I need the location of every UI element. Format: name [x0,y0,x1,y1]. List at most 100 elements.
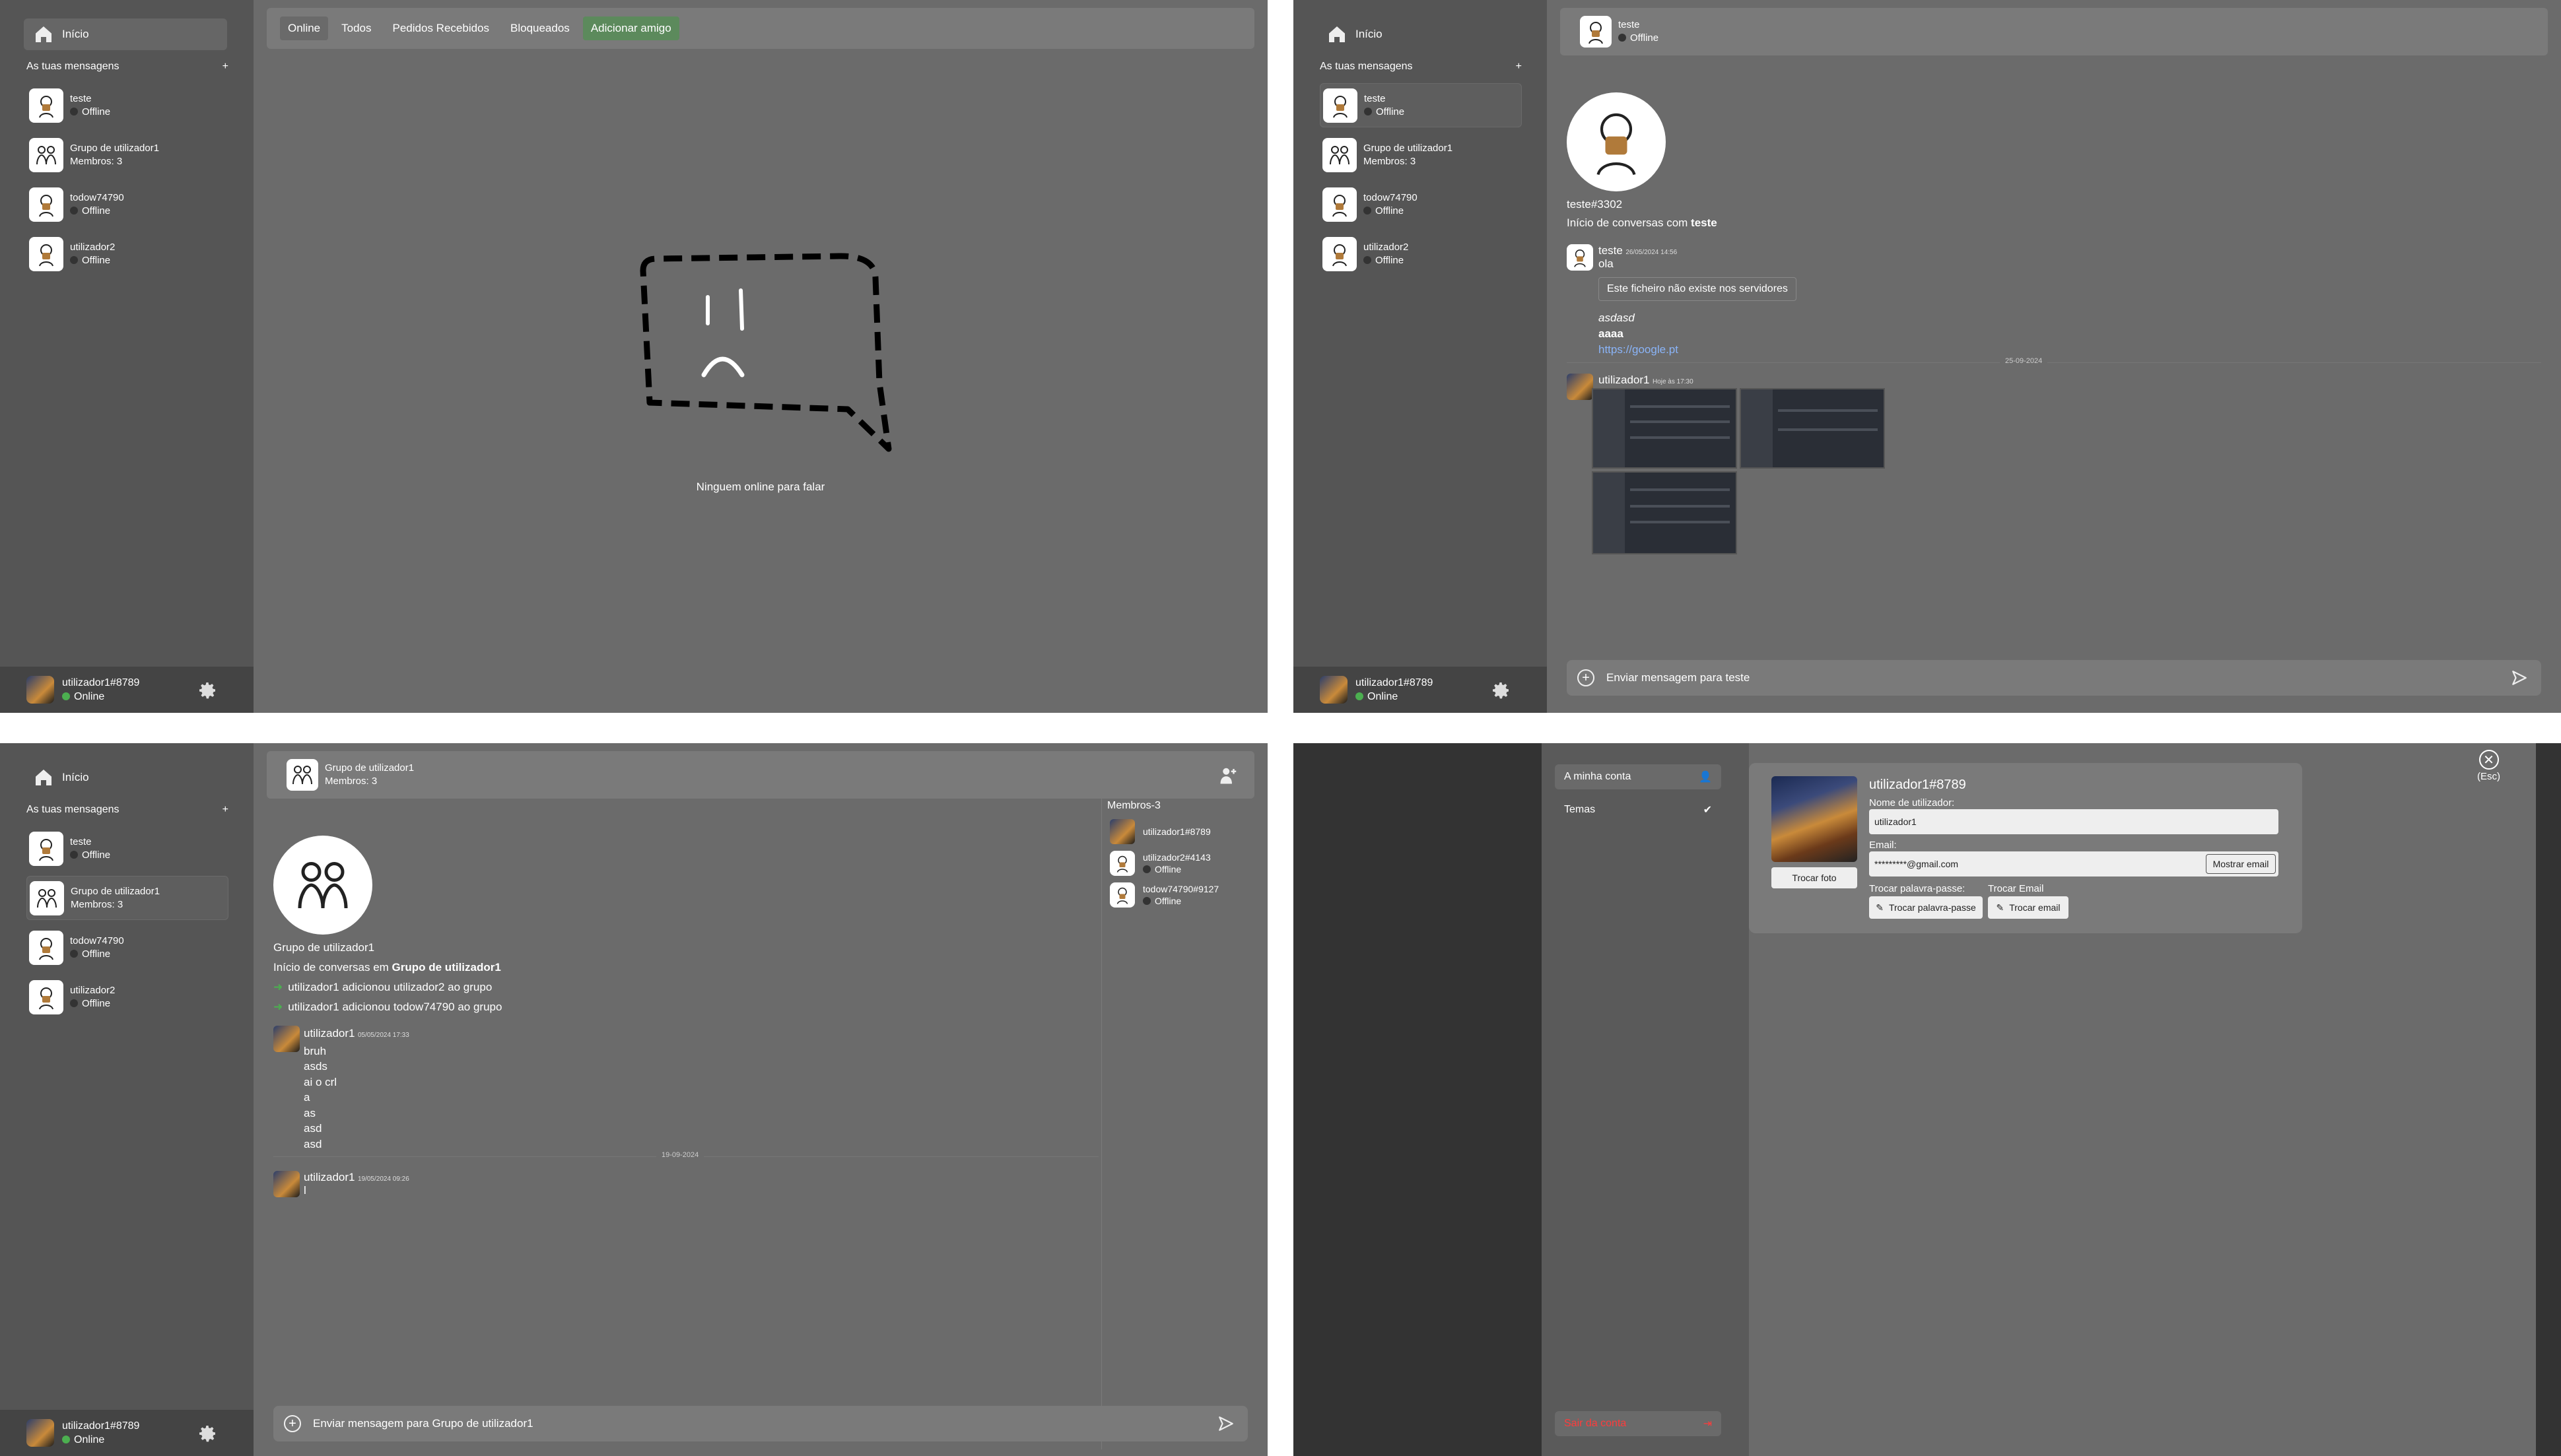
conversation-item[interactable]: Grupo de utilizador1 Membros: 3 [26,133,228,177]
profile-photo [1771,776,1857,862]
empty-message: Ninguem online para falar [696,480,825,493]
profile-tag: teste#3302 [1567,198,1623,211]
add-member-icon[interactable] [1219,766,1239,785]
members-header: Membros-3 [1107,800,1161,811]
logout-button[interactable]: Sair da conta ⇥ [1555,1411,1721,1436]
menu-my-account[interactable]: A minha conta 👤 [1555,764,1721,789]
conversation-item[interactable]: Grupo de utilizador1 Membros: 3 [1320,133,1522,177]
message-input[interactable]: + Enviar mensagem para Grupo de utilizad… [273,1406,1248,1441]
home-button[interactable]: Início [24,18,227,50]
avatar [273,1171,300,1197]
logout-label: Sair da conta [1564,1418,1627,1429]
change-password-label: Trocar palavra-passe: [1869,883,1965,894]
change-photo-button[interactable]: Trocar foto [1771,867,1857,888]
conversation-item[interactable]: todow74790 Offline [26,925,228,970]
tab-blocked[interactable]: Bloqueados [502,17,578,40]
change-email-button[interactable]: ✎ Trocar email [1988,896,2068,919]
user-status: Online [1367,691,1398,702]
home-button[interactable]: Início [24,762,227,793]
conversation-name: utilizador2 [1363,241,1409,253]
user-avatar[interactable] [26,676,54,704]
conversation-item[interactable]: todow74790 Offline [1320,182,1522,226]
conversation-name: teste [1364,92,1386,104]
conversation-item[interactable]: utilizador2 Offline [26,975,228,1019]
change-email-label: Trocar Email [1988,883,2044,894]
member-item[interactable]: utilizador2#4143 Offline [1110,847,1254,879]
conversation-name: Grupo de utilizador1 [71,885,160,897]
image-attachment[interactable] [1592,471,1737,554]
member-item[interactable]: utilizador1#8789 [1110,816,1254,847]
message-link[interactable]: https://google.pt [1598,343,1796,356]
conversation-status: Offline [1375,254,1404,266]
message: teste 26/05/2024 14:56 ola Este ficheiro… [1567,244,1796,356]
avatar-icon [1333,95,1348,117]
status-dot [70,949,78,958]
user-avatar[interactable] [1320,676,1348,704]
conversation-name: teste [70,92,92,104]
conversation-status: Offline [82,849,111,861]
conversation-item[interactable]: utilizador2 Offline [1320,232,1522,276]
close-button[interactable]: ✕ (Esc) [2477,750,2500,782]
add-dm-button[interactable]: + [1516,61,1522,73]
conversation-status: Offline [82,205,111,216]
gear-icon[interactable] [1490,680,1511,701]
change-email-btn-label: Trocar email [2009,902,2061,913]
user-icon: 👤 [1699,772,1712,783]
status-dot [70,255,78,264]
tab-online[interactable]: Online [280,17,329,40]
add-dm-button[interactable]: + [222,804,228,816]
send-icon[interactable] [2511,669,2528,686]
member-name: utilizador1#8789 [1143,826,1211,837]
image-attachment[interactable] [1592,388,1737,469]
message-author: utilizador1 [304,1027,355,1040]
conversation-item[interactable]: teste Offline [26,826,228,871]
message-input[interactable]: + Enviar mensagem para teste [1567,660,2541,696]
avatar [29,979,63,1014]
tab-add-friend[interactable]: Adicionar amigo [582,17,679,40]
conversation-name: utilizador2 [70,241,116,253]
group-icon [292,766,312,785]
conversation-status: Membros: 3 [71,898,123,910]
conversation-item[interactable]: todow74790 Offline [26,182,228,226]
conversation-name: Grupo de utilizador1 [1363,142,1453,154]
show-email-button[interactable]: Mostrar email [2206,854,2276,874]
gear-icon[interactable] [197,1423,218,1444]
avatar-icon [1596,113,1636,176]
conversation-item[interactable]: utilizador2 Offline [26,232,228,276]
conversation-item[interactable]: Grupo de utilizador1 Membros: 3 [26,876,228,920]
tab-all[interactable]: Todos [333,17,379,40]
online-dot [62,1436,70,1443]
conversation-status: Offline [82,254,111,266]
attach-icon[interactable]: + [284,1415,301,1432]
menu-themes[interactable]: Temas ✔ [1555,797,1721,822]
member-item[interactable]: todow74790#9127 Offline [1110,879,1254,911]
avatar [1580,16,1612,48]
gear-icon[interactable] [197,680,218,701]
group-main: Grupo de utilizador1 Membros: 3 Grupo de … [267,743,1254,1456]
conversation-item[interactable]: teste Offline [26,83,228,127]
avatar-icon [39,194,53,216]
avatar [29,831,63,866]
add-dm-button[interactable]: + [222,61,228,73]
intro-prefix: Início de conversas com [1567,216,1691,229]
tab-requests[interactable]: Pedidos Recebidos [385,17,497,40]
date-divider-line [1567,362,2541,363]
status-dot [1618,34,1626,42]
conversation-item[interactable]: teste Offline [1320,83,1522,127]
friends-main: Online Todos Pedidos Recebidos Bloqueado… [267,0,1254,713]
change-password-button[interactable]: ✎ Trocar palavra-passe [1869,896,1983,919]
username-field[interactable]: utilizador1 [1869,809,2278,834]
group-icon [1330,145,1349,164]
attach-icon[interactable]: + [1577,669,1594,686]
profile-avatar [1567,92,1666,191]
message-text: asd [304,1137,322,1150]
status-dot [1143,897,1151,905]
conversation-status: Offline [82,106,111,117]
avatar [29,930,63,965]
avatar [1322,137,1357,172]
home-button[interactable]: Início [1317,18,1520,50]
home-icon [36,770,51,785]
user-avatar[interactable] [26,1419,54,1447]
send-icon[interactable] [1217,1415,1235,1432]
image-attachment[interactable] [1740,388,1885,469]
